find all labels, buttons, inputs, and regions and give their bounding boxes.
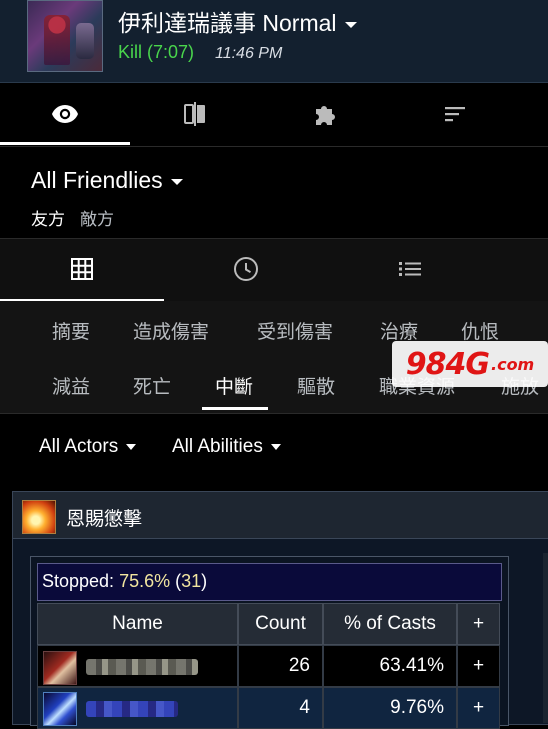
adjacent-panel-edge [543, 553, 548, 723]
redacted-name [86, 701, 178, 717]
grid-icon [71, 258, 93, 280]
tab-list-view[interactable] [328, 239, 492, 299]
player-avatar [43, 651, 77, 685]
option-enemy[interactable]: 敵方 [80, 205, 114, 230]
active-category-indicator [202, 407, 268, 410]
eye-icon [52, 105, 78, 123]
actor-ability-filters: All Actors All Abilities [0, 414, 548, 490]
cat-debuffs[interactable]: 減益 [52, 372, 90, 399]
player-avatar [43, 692, 77, 726]
view-tabs [0, 238, 548, 302]
cat-healing[interactable]: 治療 [380, 317, 418, 344]
kill-status: Kill (7:07) [118, 42, 195, 62]
faction-selected: All Friendlies [31, 167, 163, 193]
active-tab-indicator [0, 142, 130, 145]
cat-damage-taken[interactable]: 受到傷害 [257, 317, 333, 344]
encounter-thumbnail [27, 0, 103, 72]
col-expand[interactable]: + [457, 603, 500, 645]
caret-down-icon [270, 443, 281, 450]
faction-filter: All Friendlies 友方 敵方 [0, 146, 548, 239]
row-expand-button[interactable]: + [457, 645, 500, 687]
row-count: 26 [238, 645, 323, 687]
row-percent: 63.41% [323, 645, 457, 687]
faction-dropdown[interactable]: All Friendlies [31, 167, 183, 194]
cat-threat[interactable]: 仇恨 [461, 317, 499, 344]
cat-dispels[interactable]: 驅散 [297, 372, 335, 399]
tab-overview[interactable] [0, 83, 130, 145]
cat-deaths[interactable]: 死亡 [133, 372, 171, 399]
tab-sort[interactable] [390, 83, 520, 145]
caret-down-icon [344, 21, 357, 28]
redacted-name [86, 659, 198, 675]
abilities-dropdown[interactable]: All Abilities [172, 436, 281, 458]
option-friendly[interactable]: 友方 [31, 205, 65, 230]
clock-icon [234, 257, 258, 281]
stopped-count: 31 [181, 571, 202, 591]
tab-timeline-view[interactable] [164, 239, 328, 299]
sort-icon [445, 107, 465, 122]
col-count[interactable]: Count [238, 603, 323, 645]
compare-icon [184, 102, 205, 126]
table-row[interactable]: 26 63.41% + [37, 645, 500, 687]
category-tabs: 摘要 造成傷害 受到傷害 治療 仇恨 減益 死亡 中斷 驅散 職業資源 施放 9… [0, 301, 548, 414]
cat-damage-done[interactable]: 造成傷害 [133, 317, 209, 344]
encounter-header: 伊利達瑞議事 Normal Kill (7:07) 11:46 PM [0, 0, 548, 83]
cat-summary[interactable]: 摘要 [52, 317, 90, 344]
encounter-selector[interactable]: 伊利達瑞議事 Normal [118, 4, 357, 38]
encounter-title: 伊利達瑞議事 Normal [118, 10, 337, 36]
stopped-summary: Stopped: 75.6% (31) [37, 563, 502, 601]
caret-down-icon [170, 178, 183, 185]
stopped-label: Stopped: [42, 571, 115, 591]
actors-label: All Actors [39, 436, 119, 457]
abilities-label: All Abilities [172, 436, 263, 457]
row-name-cell [37, 645, 238, 687]
col-percent-casts[interactable]: % of Casts [323, 603, 457, 645]
col-name[interactable]: Name [37, 603, 238, 645]
caret-down-icon [126, 443, 137, 450]
puzzle-icon [316, 106, 335, 125]
tab-compare[interactable] [130, 83, 260, 145]
stopped-percent: 75.6% [119, 571, 171, 591]
list-icon [399, 262, 421, 276]
kill-time: 11:46 PM [215, 45, 283, 62]
interrupt-table-container: Stopped: 75.6% (31) Name Count % of Cast… [30, 556, 509, 729]
tab-table-view[interactable] [0, 239, 164, 299]
ability-header: 恩賜懲擊 [13, 492, 548, 539]
ability-name: 恩賜懲擊 [66, 509, 143, 530]
cat-interrupts[interactable]: 中斷 [215, 372, 253, 399]
ability-panel: 恩賜懲擊 Stopped: 75.6% (31) Name Count % of… [12, 491, 548, 729]
table-header: Name Count % of Casts + [37, 603, 500, 645]
top-nav [0, 83, 548, 145]
actors-dropdown[interactable]: All Actors [39, 436, 137, 458]
site-watermark: 984G .com [392, 341, 548, 387]
tab-addons[interactable] [260, 83, 390, 145]
ability-icon [22, 500, 56, 534]
